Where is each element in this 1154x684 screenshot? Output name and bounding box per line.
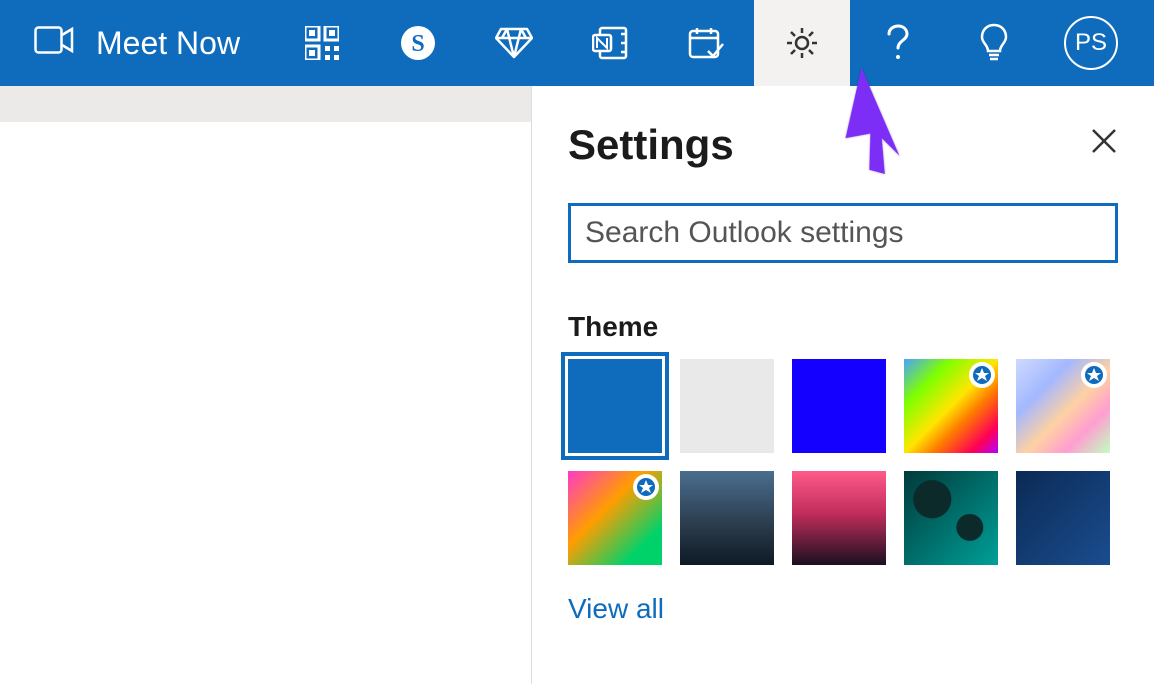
theme-section-title: Theme: [568, 311, 1118, 343]
onenote-icon[interactable]: [562, 0, 658, 86]
meet-now-label: Meet Now: [96, 25, 240, 62]
help-question-icon[interactable]: [850, 0, 946, 86]
avatar-initials: PS: [1075, 29, 1107, 57]
theme-swatch-circuit[interactable]: [904, 471, 998, 565]
settings-title: Settings: [568, 121, 734, 169]
app-header: Meet Now S: [0, 0, 1154, 86]
settings-panel: Settings Theme: [531, 86, 1154, 684]
video-camera-icon: [34, 25, 74, 62]
meet-now-button[interactable]: Meet Now: [0, 0, 274, 86]
settings-panel-header: Settings: [568, 120, 1118, 169]
theme-swatch-unicorn[interactable]: [568, 471, 662, 565]
app-body: Settings Theme: [0, 86, 1154, 684]
lightbulb-tips-icon[interactable]: [946, 0, 1042, 86]
content-stripe: [0, 86, 531, 122]
close-icon[interactable]: [1090, 120, 1118, 169]
view-all-themes-link[interactable]: View all: [568, 593, 1118, 625]
settings-gear-icon[interactable]: [754, 0, 850, 86]
theme-swatch-blueprint[interactable]: [1016, 471, 1110, 565]
qr-code-icon[interactable]: [274, 0, 370, 86]
header-left-group: Meet Now S: [0, 0, 1042, 86]
premium-star-icon: [969, 362, 995, 388]
theme-grid: [568, 359, 1118, 565]
skype-icon[interactable]: S: [370, 0, 466, 86]
theme-swatch-rainbow[interactable]: [904, 359, 998, 453]
theme-swatch-bright-blue[interactable]: [792, 359, 886, 453]
profile-avatar[interactable]: PS: [1064, 16, 1118, 70]
premium-diamond-icon[interactable]: [466, 0, 562, 86]
settings-search-input[interactable]: [568, 203, 1118, 263]
premium-star-icon: [1081, 362, 1107, 388]
theme-swatch-palm-sunset[interactable]: [792, 471, 886, 565]
theme-swatch-mountain-dusk[interactable]: [680, 471, 774, 565]
theme-swatch-blue-default[interactable]: [568, 359, 662, 453]
main-content-pane: [0, 86, 531, 684]
theme-swatch-ribbons[interactable]: [1016, 359, 1110, 453]
svg-text:S: S: [411, 31, 424, 57]
calendar-check-icon[interactable]: [658, 0, 754, 86]
theme-swatch-light-gray[interactable]: [680, 359, 774, 453]
premium-star-icon: [633, 474, 659, 500]
